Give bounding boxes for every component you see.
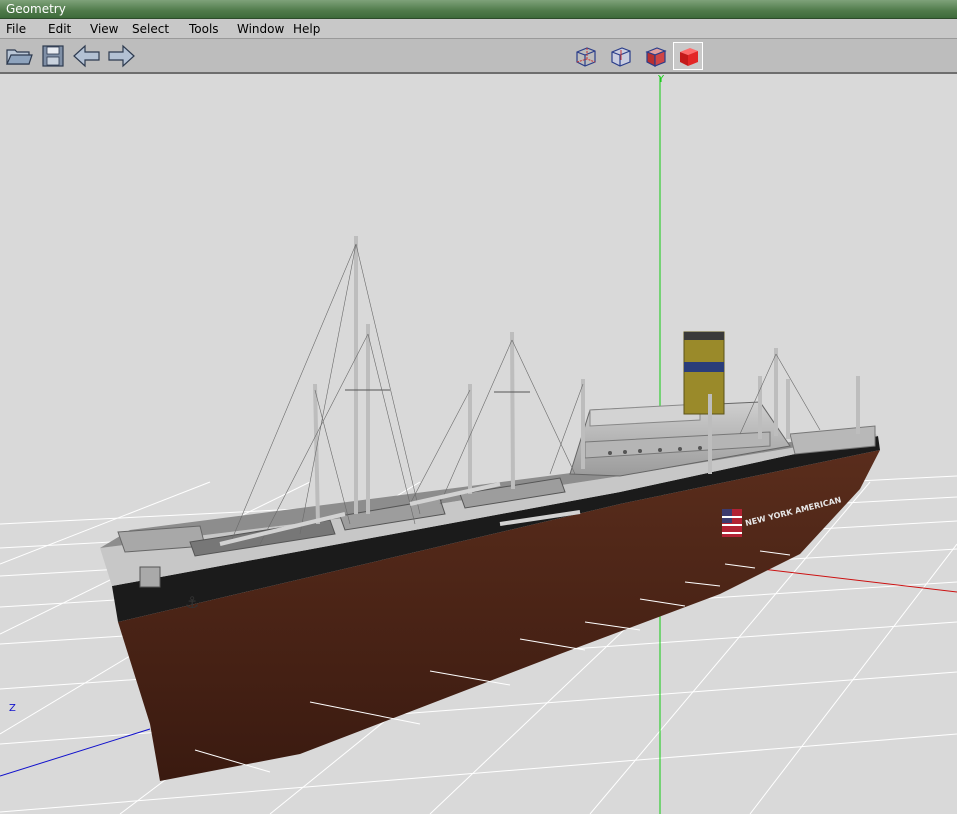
view-hidden-line-button[interactable]: [605, 42, 635, 70]
z-axis-label: Z: [9, 703, 16, 714]
save-button[interactable]: [38, 42, 68, 70]
open-button[interactable]: [4, 42, 34, 70]
scene-canvas[interactable]: Y Z ⚓ NEW YORK AMERICAN: [0, 74, 957, 814]
undo-button[interactable]: [72, 42, 102, 70]
menu-tools[interactable]: Tools: [189, 19, 219, 39]
shaded-wire-cube-icon: [645, 47, 667, 67]
menu-window[interactable]: Window: [237, 19, 284, 39]
view-solid-button[interactable]: [673, 42, 703, 70]
menu-edit[interactable]: Edit: [48, 19, 71, 39]
menu-file[interactable]: File: [6, 19, 26, 39]
window-title: Geometry: [6, 2, 66, 16]
toolbar: [0, 39, 957, 74]
solid-cube-icon: [680, 48, 698, 66]
view-shaded-wire-button[interactable]: [640, 42, 670, 70]
menu-help[interactable]: Help: [293, 19, 320, 39]
bow-panel: [139, 566, 161, 588]
menu-view[interactable]: View: [90, 19, 118, 39]
funnel: [683, 331, 725, 415]
open-folder-icon: [6, 49, 33, 65]
view-wireframe-button[interactable]: [570, 42, 600, 70]
3d-viewport[interactable]: Y Z ⚓ NEW YORK AMERICAN: [0, 74, 957, 814]
z-axis-line: [0, 728, 151, 777]
wireframe-hidden-cube-icon: [611, 47, 631, 67]
menu-select[interactable]: Select: [132, 19, 169, 39]
anchor-icon: ⚓: [185, 593, 199, 612]
redo-button[interactable]: [106, 42, 136, 70]
menu-bar: File Edit View Select Tools Window Help: [0, 19, 957, 39]
y-axis-label: Y: [657, 74, 665, 85]
window-title-bar: Geometry: [0, 0, 957, 19]
ship-model[interactable]: ⚓ NEW YORK AMERICAN: [100, 236, 880, 781]
save-disk-icon: [42, 45, 64, 67]
wireframe-cube-icon: [576, 47, 596, 67]
redo-arrow-icon: [108, 44, 135, 68]
undo-arrow-icon: [73, 44, 100, 68]
